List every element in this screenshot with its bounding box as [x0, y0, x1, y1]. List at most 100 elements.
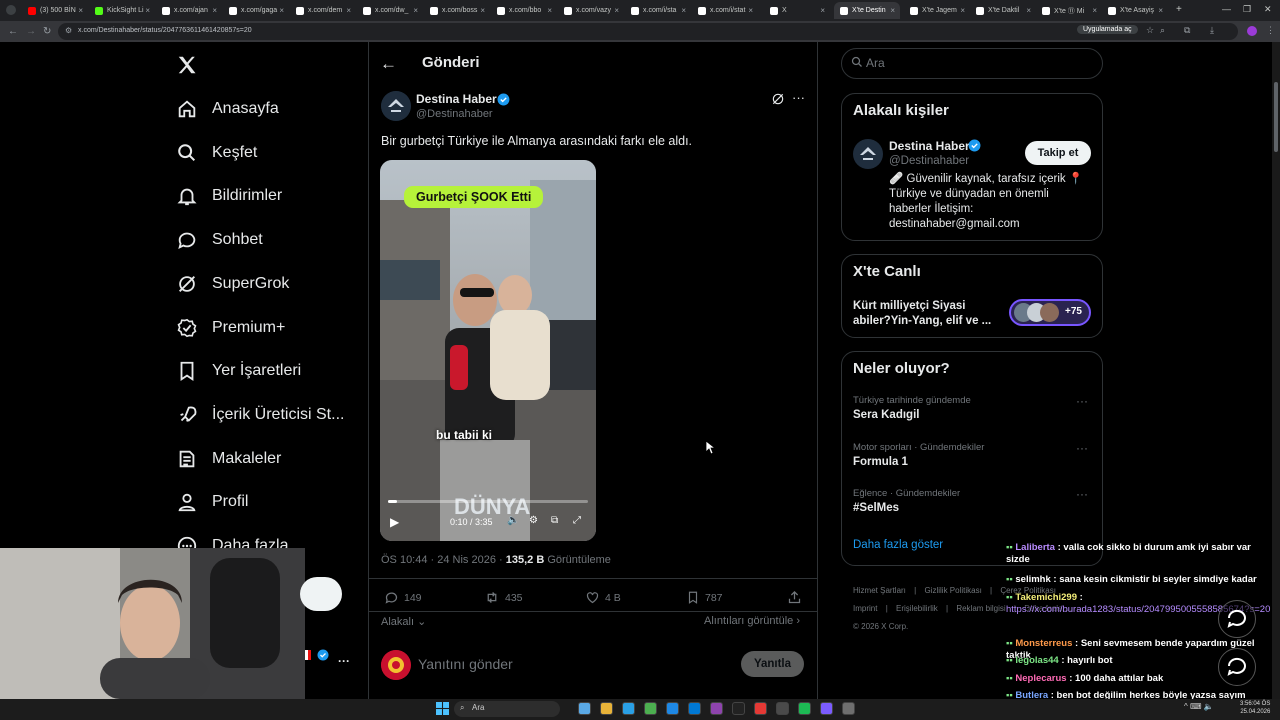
taskbar-app-icon[interactable]: [798, 702, 811, 715]
related-name[interactable]: Destina Haber: [889, 139, 970, 153]
url-text[interactable]: x.com/Destinahaber/status/20477636114614…: [78, 27, 252, 34]
forward-icon[interactable]: →: [26, 26, 36, 37]
footer-link[interactable]: Hizmet Şartları: [853, 586, 906, 595]
tab-close-icon[interactable]: ×: [346, 6, 351, 15]
browser-tab[interactable]: x.com/dw_ ×: [357, 2, 423, 19]
tab-close-icon[interactable]: ×: [748, 6, 753, 15]
browser-tab[interactable]: x.com/bbo ×: [491, 2, 557, 19]
browser-tab[interactable]: x.com/i/sta ×: [625, 2, 691, 19]
open-in-app-pill[interactable]: Uygulamada aç: [1077, 25, 1138, 34]
tab-close-icon[interactable]: ×: [1158, 6, 1163, 15]
nav-item-person[interactable]: Profil: [176, 487, 248, 517]
nav-item-rocket[interactable]: İçerik Üreticisi St...: [176, 400, 344, 430]
tab-close-icon[interactable]: ×: [212, 6, 217, 15]
tab-close-icon[interactable]: ×: [145, 6, 150, 15]
minimize-icon[interactable]: —: [1222, 4, 1231, 14]
tab-close-icon[interactable]: ×: [614, 6, 619, 15]
browser-tab[interactable]: X'te Destin ×: [834, 2, 900, 19]
trend-name[interactable]: Sera Kadıgil: [853, 409, 919, 421]
author-handle[interactable]: @Destinahaber: [416, 108, 493, 120]
browser-tab[interactable]: x.com/i/stat ×: [692, 2, 758, 19]
settings-icon[interactable]: ⚙: [529, 515, 538, 526]
account-more-icon[interactable]: ···: [338, 654, 350, 668]
browser-tab[interactable]: X'te Daktil ×: [970, 2, 1036, 19]
maximize-icon[interactable]: ❐: [1243, 4, 1251, 15]
related-avatar[interactable]: [853, 139, 883, 169]
taskbar-app-icon[interactable]: [710, 702, 723, 715]
tab-close-icon[interactable]: ×: [279, 6, 284, 15]
browser-tab[interactable]: X'te ⑪ Mi ×: [1036, 2, 1102, 19]
tab-close-icon[interactable]: ×: [1026, 6, 1031, 15]
reload-icon[interactable]: ↻: [43, 26, 51, 37]
chat-username[interactable]: legolas44: [1015, 655, 1058, 666]
nav-item-search[interactable]: Keşfet: [176, 138, 257, 168]
nav-item-chat[interactable]: Sohbet: [176, 225, 263, 255]
taskbar-search-input[interactable]: Ara: [472, 703, 484, 712]
user-avatar[interactable]: [381, 650, 411, 680]
trend-name[interactable]: #SelMes: [853, 502, 899, 514]
author-name[interactable]: Destina Haber: [416, 92, 497, 106]
nav-item-bell[interactable]: Bildirimler: [176, 181, 282, 211]
footer-link[interactable]: Erişilebilirlik: [896, 604, 938, 613]
taskbar-app-icon[interactable]: [666, 702, 679, 715]
tab-close-icon[interactable]: ×: [960, 6, 965, 15]
like-action[interactable]: 4 B: [585, 590, 621, 605]
trend-name[interactable]: Formula 1: [853, 456, 908, 468]
nav-item-article[interactable]: Makaleler: [176, 444, 281, 474]
chat-username[interactable]: Takemichi299: [1015, 592, 1077, 603]
author-avatar[interactable]: [381, 91, 411, 121]
taskbar-app-icon[interactable]: [820, 702, 833, 715]
taskbar-app-icon[interactable]: [644, 702, 657, 715]
chat-username[interactable]: Neplecarus: [1015, 673, 1066, 684]
tab-search-icon[interactable]: [6, 5, 16, 15]
message-bubble-icon[interactable]: [1218, 600, 1256, 638]
nav-item-bookmark[interactable]: Yer İşaretleri: [176, 356, 301, 386]
tab-close-icon[interactable]: ×: [547, 6, 552, 15]
taskbar-clock[interactable]: 3:56:04 ÖS 25.04.2026: [1240, 700, 1270, 716]
tab-close-icon[interactable]: ×: [820, 6, 825, 15]
back-icon[interactable]: ←: [8, 26, 18, 37]
x-logo[interactable]: [176, 54, 198, 76]
bookmark-action[interactable]: 787: [686, 590, 723, 605]
browser-tab[interactable]: x.com/vazy ×: [558, 2, 624, 19]
browser-tab[interactable]: X ×: [764, 2, 830, 19]
footer-link[interactable]: Reklam bilgisi: [956, 604, 1005, 613]
nav-item-grok[interactable]: SuperGrok: [176, 269, 289, 299]
download-icon[interactable]: ⤓: [1210, 25, 1214, 36]
search-input[interactable]: Ara: [866, 56, 885, 70]
footer-link[interactable]: Imprint: [853, 604, 877, 613]
browser-tab[interactable]: x.com/boss ×: [424, 2, 490, 19]
video-progress-bar[interactable]: [388, 500, 588, 503]
browser-menu-icon[interactable]: ⋮: [1266, 25, 1275, 36]
taskbar-search[interactable]: [454, 701, 560, 717]
browser-tab[interactable]: (3) 500 BİN ×: [22, 2, 88, 19]
post-video[interactable]: Gurbetçi ŞOOK Etti bu tabii ki DÜNYA ▶ 0…: [380, 160, 596, 541]
footer-link[interactable]: Gizlilik Politikası: [924, 586, 981, 595]
tab-close-icon[interactable]: ×: [413, 6, 418, 15]
tab-close-icon[interactable]: ×: [1092, 6, 1097, 15]
play-icon[interactable]: ▶: [390, 515, 399, 529]
browser-tab[interactable]: X'te Jagem ×: [904, 2, 970, 19]
close-window-icon[interactable]: ✕: [1264, 4, 1272, 15]
live-space-title[interactable]: Kürt milliyetçi Siyasi abiler?Yin-Yang, …: [853, 299, 1001, 329]
live-listeners[interactable]: +75: [1009, 299, 1091, 326]
trend-more-icon[interactable]: ···: [1076, 487, 1088, 501]
fullscreen-icon[interactable]: ⤢: [573, 515, 581, 526]
star-icon[interactable]: ☆: [1146, 25, 1154, 36]
chat-username[interactable]: Monsterreus: [1015, 638, 1072, 649]
chat-username[interactable]: Laliberta: [1015, 542, 1055, 553]
pip-icon[interactable]: ⧉: [551, 515, 558, 526]
volume-icon[interactable]: 🔈: [507, 515, 519, 526]
reply-button[interactable]: Yanıtla: [741, 651, 804, 677]
chat-username[interactable]: selimhk: [1015, 574, 1050, 585]
new-tab-icon[interactable]: +: [1176, 4, 1182, 15]
quotes-link[interactable]: Alıntıları görüntüle ›: [704, 615, 800, 627]
post-button[interactable]: [300, 577, 342, 611]
nav-item-home[interactable]: Anasayfa: [176, 94, 279, 124]
tab-close-icon[interactable]: ×: [78, 6, 83, 15]
taskbar-app-icon[interactable]: [754, 702, 767, 715]
taskbar-app-icon[interactable]: [688, 702, 701, 715]
browser-tab[interactable]: X'te Asayiş ×: [1102, 2, 1168, 19]
repost-action[interactable]: 435: [484, 590, 523, 605]
profile-avatar[interactable]: [1247, 26, 1257, 36]
